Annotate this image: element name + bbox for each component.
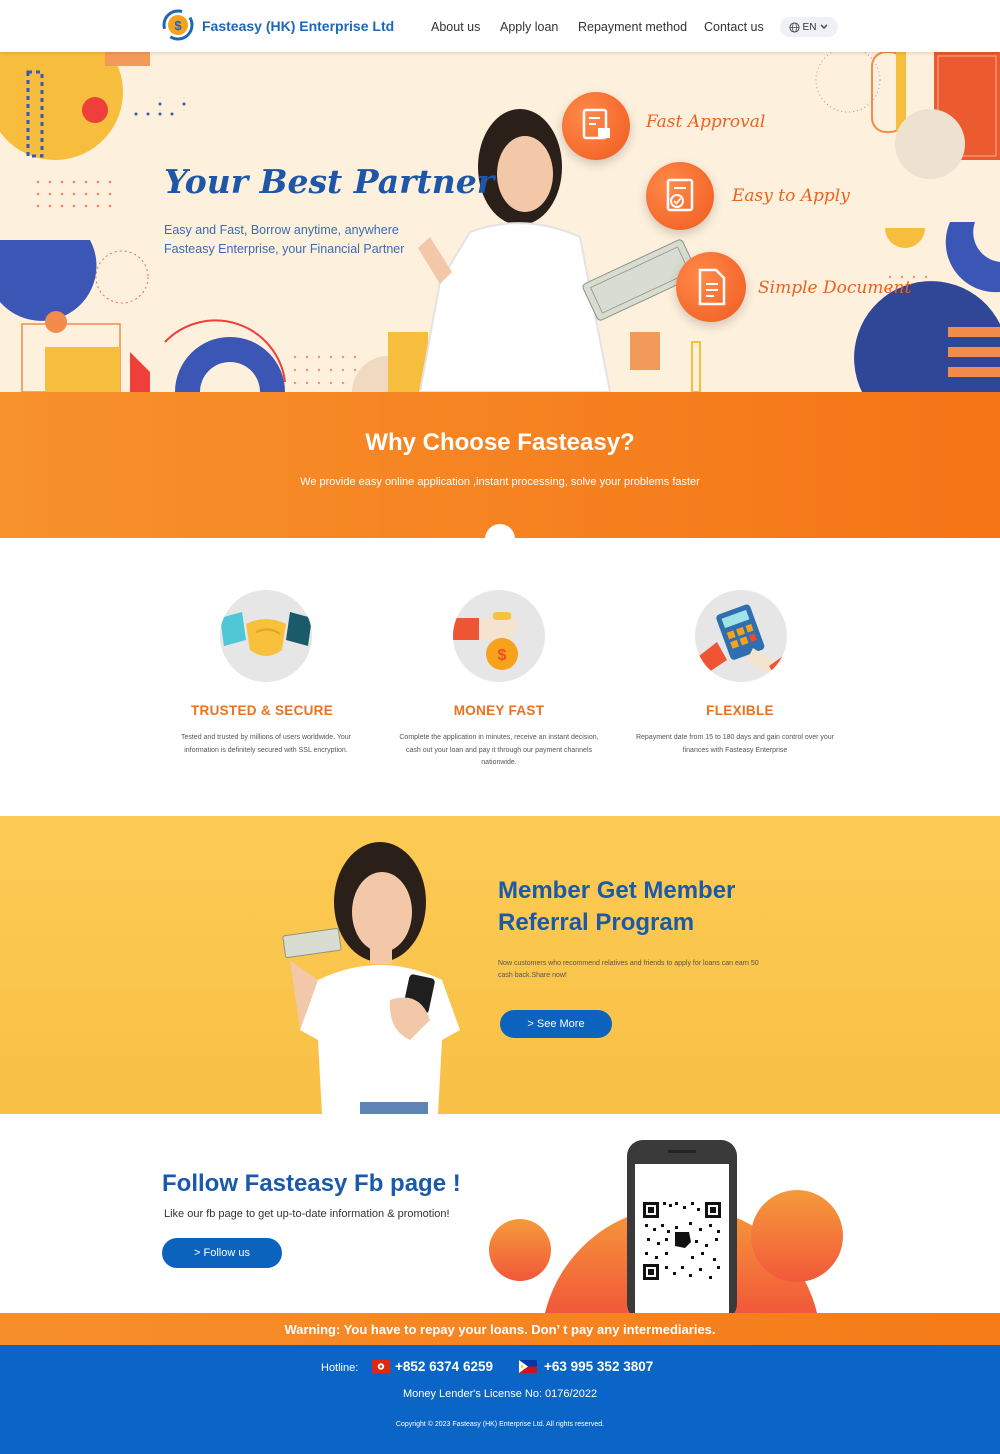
simple-document-label: Simple Document (758, 278, 912, 298)
nav-about-us[interactable]: About us (431, 20, 480, 34)
hotline-ph-number[interactable]: +63 995 352 3807 (544, 1359, 653, 1374)
fast-approval-label: Fast Approval (646, 112, 766, 132)
site-footer: Hotline: +852 6374 6259 +63 995 352 3807… (0, 1345, 1000, 1454)
copyright-text: Copyright © 2023 Fasteasy (HK) Enterpris… (395, 1421, 605, 1428)
svg-text:$: $ (174, 18, 182, 33)
see-more-button[interactable]: > See More (500, 1010, 612, 1038)
nav-contact-us[interactable]: Contact us (704, 20, 764, 34)
fast-approval-badge (562, 92, 630, 160)
qr-code (641, 1200, 723, 1282)
document-icon (698, 268, 726, 306)
follow-us-button[interactable]: > Follow us (162, 1238, 282, 1268)
feature-desc-trusted: Tested and trusted by millions of users … (180, 734, 352, 754)
follow-subtitle: Like our fb page to get up-to-date infor… (164, 1208, 450, 1220)
handshake-icon (220, 590, 312, 682)
hero-decoration (0, 52, 1000, 392)
feature-title-trusted: TRUSTED & SECURE (190, 703, 334, 718)
nav-apply-loan[interactable]: Apply loan (500, 20, 558, 34)
why-choose-section: Why Choose Fasteasy? We provide easy onl… (0, 392, 1000, 538)
calculator-icon (695, 590, 787, 682)
hero-banner: Your Best Partner Easy and Fast, Borrow … (0, 52, 1000, 392)
svg-text:$: $ (498, 647, 507, 664)
simple-document-badge (676, 252, 746, 322)
company-logo[interactable]: $ (162, 9, 194, 41)
license-number: Money Lender's License No: 0176/2022 (402, 1388, 598, 1400)
brand-name[interactable]: Fasteasy (HK) Enterprise Ltd (202, 18, 394, 34)
language-selector[interactable]: EN (780, 17, 838, 37)
easy-apply-label: Easy to Apply (732, 186, 850, 206)
referral-title-line-1: Member Get Member (498, 877, 736, 904)
nav-repayment-method[interactable]: Repayment method (578, 20, 687, 34)
warning-text: Warning: You have to repay your loans. D… (284, 1321, 716, 1337)
chevron-down-icon (820, 24, 828, 29)
why-title: Why Choose Fasteasy? (365, 429, 635, 456)
approval-stamp-icon (582, 108, 610, 140)
follow-title: Follow Fasteasy Fb page ! (162, 1170, 461, 1197)
hero-subtitle-1: Easy and Fast, Borrow anytime, anywhere (164, 223, 399, 237)
warning-banner: Warning: You have to repay your loans. D… (0, 1313, 1000, 1345)
phone-qr-illustration (489, 1140, 843, 1313)
hero-title: Your Best Partner (164, 162, 495, 201)
philippines-flag-icon (519, 1360, 537, 1373)
referral-description: Now customers who recommend relatives an… (498, 960, 759, 979)
referral-title-line-2: Referral Program (498, 909, 695, 936)
referral-person-image (282, 842, 460, 1114)
hero-subtitle-2: Fasteasy Enterprise, your Financial Part… (164, 242, 405, 256)
form-check-icon (666, 178, 694, 212)
language-label: EN (802, 21, 817, 33)
section-notch (485, 524, 515, 554)
hotline-hk-number[interactable]: +852 6374 6259 (395, 1359, 493, 1374)
hotline-label: Hotline: (321, 1362, 359, 1374)
referral-banner: Member Get Member Referral Program Now c… (0, 816, 1000, 1114)
feature-title-flexible: FLEXIBLE (706, 703, 774, 718)
feature-desc-money-fast: Complete the application in minutes, rec… (399, 734, 599, 766)
feature-desc-flexible: Repayment date from 15 to 180 days and g… (635, 734, 835, 754)
feature-title-money-fast: MONEY FAST (453, 703, 545, 718)
hong-kong-flag-icon (372, 1360, 390, 1373)
globe-icon (789, 21, 800, 33)
money-bag-icon: $ (453, 590, 545, 682)
easy-apply-badge (646, 162, 714, 230)
site-header: $ Fasteasy (HK) Enterprise Ltd About us … (0, 0, 1000, 52)
why-subtitle: We provide easy online application ,inst… (300, 476, 700, 488)
